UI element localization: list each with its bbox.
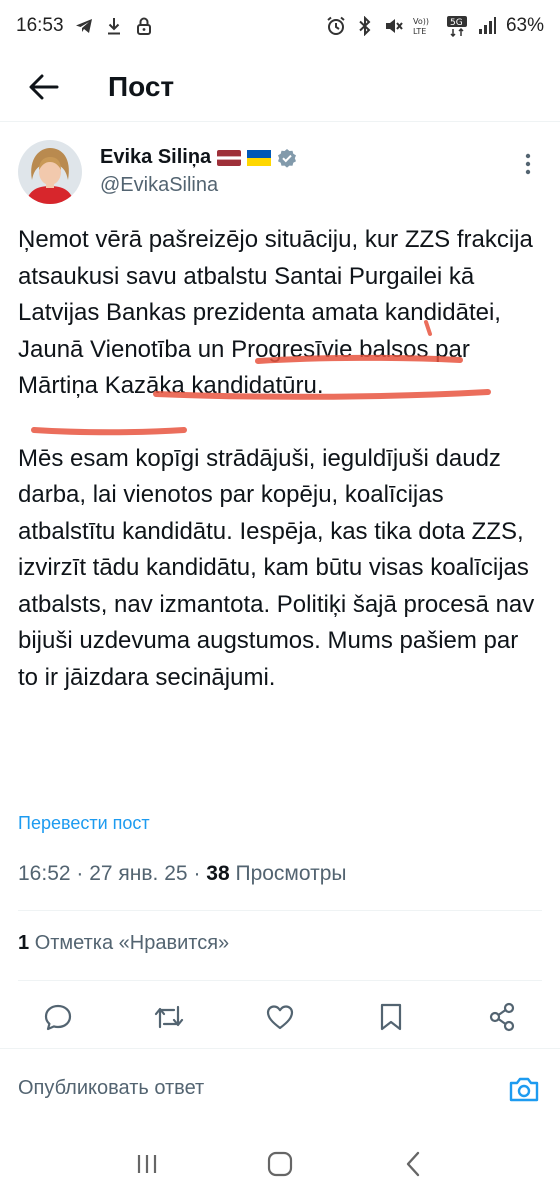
likes-label: Отметка «Нравится»	[34, 932, 230, 954]
system-back-button[interactable]	[393, 1144, 433, 1184]
author-info: Evika Siliņa @EvikaSilina	[100, 146, 297, 197]
more-vertical-icon	[525, 153, 531, 175]
recent-apps-icon	[137, 1155, 156, 1173]
home-button[interactable]	[260, 1144, 300, 1184]
meta-separator: ·	[193, 862, 207, 885]
bookmark-icon	[380, 1003, 402, 1031]
ukraine-flag-icon	[247, 149, 272, 166]
views-count: 38	[206, 862, 230, 885]
reply-button[interactable]	[38, 997, 78, 1037]
page-title: Пост	[108, 70, 175, 102]
reply-composer: Опубликовать ответ	[0, 1048, 560, 1128]
reply-input[interactable]: Опубликовать ответ	[18, 1077, 204, 1100]
volte-icon: Vo)) LTE	[413, 16, 437, 36]
back-button[interactable]	[24, 67, 64, 107]
views-label[interactable]: Просмотры	[235, 862, 346, 885]
status-left: 16:53	[16, 15, 154, 37]
divider	[18, 980, 542, 981]
like-button[interactable]	[260, 997, 300, 1037]
meta-separator: ·	[76, 862, 90, 885]
svg-text:Vo)): Vo))	[413, 17, 429, 26]
likes-count: 1	[18, 932, 30, 954]
tweet-time: 16:52	[18, 862, 71, 885]
alarm-icon	[326, 16, 346, 36]
status-bar: 16:53 Vo)) LTE 5G 63%	[0, 0, 560, 52]
author-name[interactable]: Evika Siliņa	[100, 146, 211, 169]
signal-icon	[477, 16, 497, 36]
tweet-date: 27 янв. 25	[89, 862, 188, 885]
likes-row[interactable]: 1 Отметка «Нравится»	[18, 932, 229, 955]
share-button[interactable]	[482, 997, 522, 1037]
home-icon	[267, 1151, 293, 1177]
camera-button[interactable]	[506, 1071, 542, 1107]
mute-icon	[384, 16, 404, 36]
tweet-actions	[18, 994, 542, 1040]
telegram-icon	[74, 16, 94, 36]
repost-icon	[154, 1005, 184, 1029]
download-icon	[104, 16, 124, 36]
latvia-flag-icon	[217, 149, 242, 166]
tweet-author: Evika Siliņa @EvikaSilina	[18, 140, 542, 212]
top-app-bar: Пост	[0, 52, 560, 122]
tweet-paragraph-1: Ņemot vērā pašreizējo situāciju, kur ZZS…	[18, 226, 540, 399]
recent-apps-button[interactable]	[127, 1144, 167, 1184]
tweet-paragraph-2: Mēs esam kopīgi strādājuši, ieguldījuši …	[18, 444, 541, 691]
repost-button[interactable]	[149, 997, 189, 1037]
arrow-left-icon	[29, 74, 59, 99]
network-5g-icon: 5G	[446, 16, 468, 37]
avatar[interactable]	[18, 140, 82, 204]
tweet-text: Ņemot vērā pašreizējo situāciju, kur ZZS…	[18, 222, 542, 732]
status-right: Vo)) LTE 5G 63%	[326, 15, 544, 37]
divider	[18, 910, 542, 911]
translate-post-link[interactable]: Перевести пост	[18, 813, 150, 834]
network-label: 5G	[450, 18, 463, 28]
camera-icon	[509, 1077, 539, 1101]
author-handle[interactable]: @EvikaSilina	[100, 174, 297, 197]
bookmark-button[interactable]	[371, 997, 411, 1037]
chevron-left-icon	[407, 1151, 420, 1177]
system-nav-bar	[0, 1128, 560, 1200]
bluetooth-icon	[355, 16, 375, 36]
status-time: 16:53	[16, 15, 64, 36]
verified-badge-icon	[277, 148, 297, 168]
author-name-row: Evika Siliņa	[100, 146, 297, 169]
lock-icon	[134, 16, 154, 36]
more-options-button[interactable]	[514, 150, 542, 178]
battery-percent: 63%	[505, 15, 544, 36]
heart-icon	[266, 1005, 294, 1030]
tweet-meta: 16:52 · 27 янв. 25 · 38 Просмотры	[18, 862, 346, 886]
svg-text:LTE: LTE	[413, 27, 426, 36]
share-icon	[489, 1002, 515, 1032]
comment-icon	[44, 1004, 72, 1031]
